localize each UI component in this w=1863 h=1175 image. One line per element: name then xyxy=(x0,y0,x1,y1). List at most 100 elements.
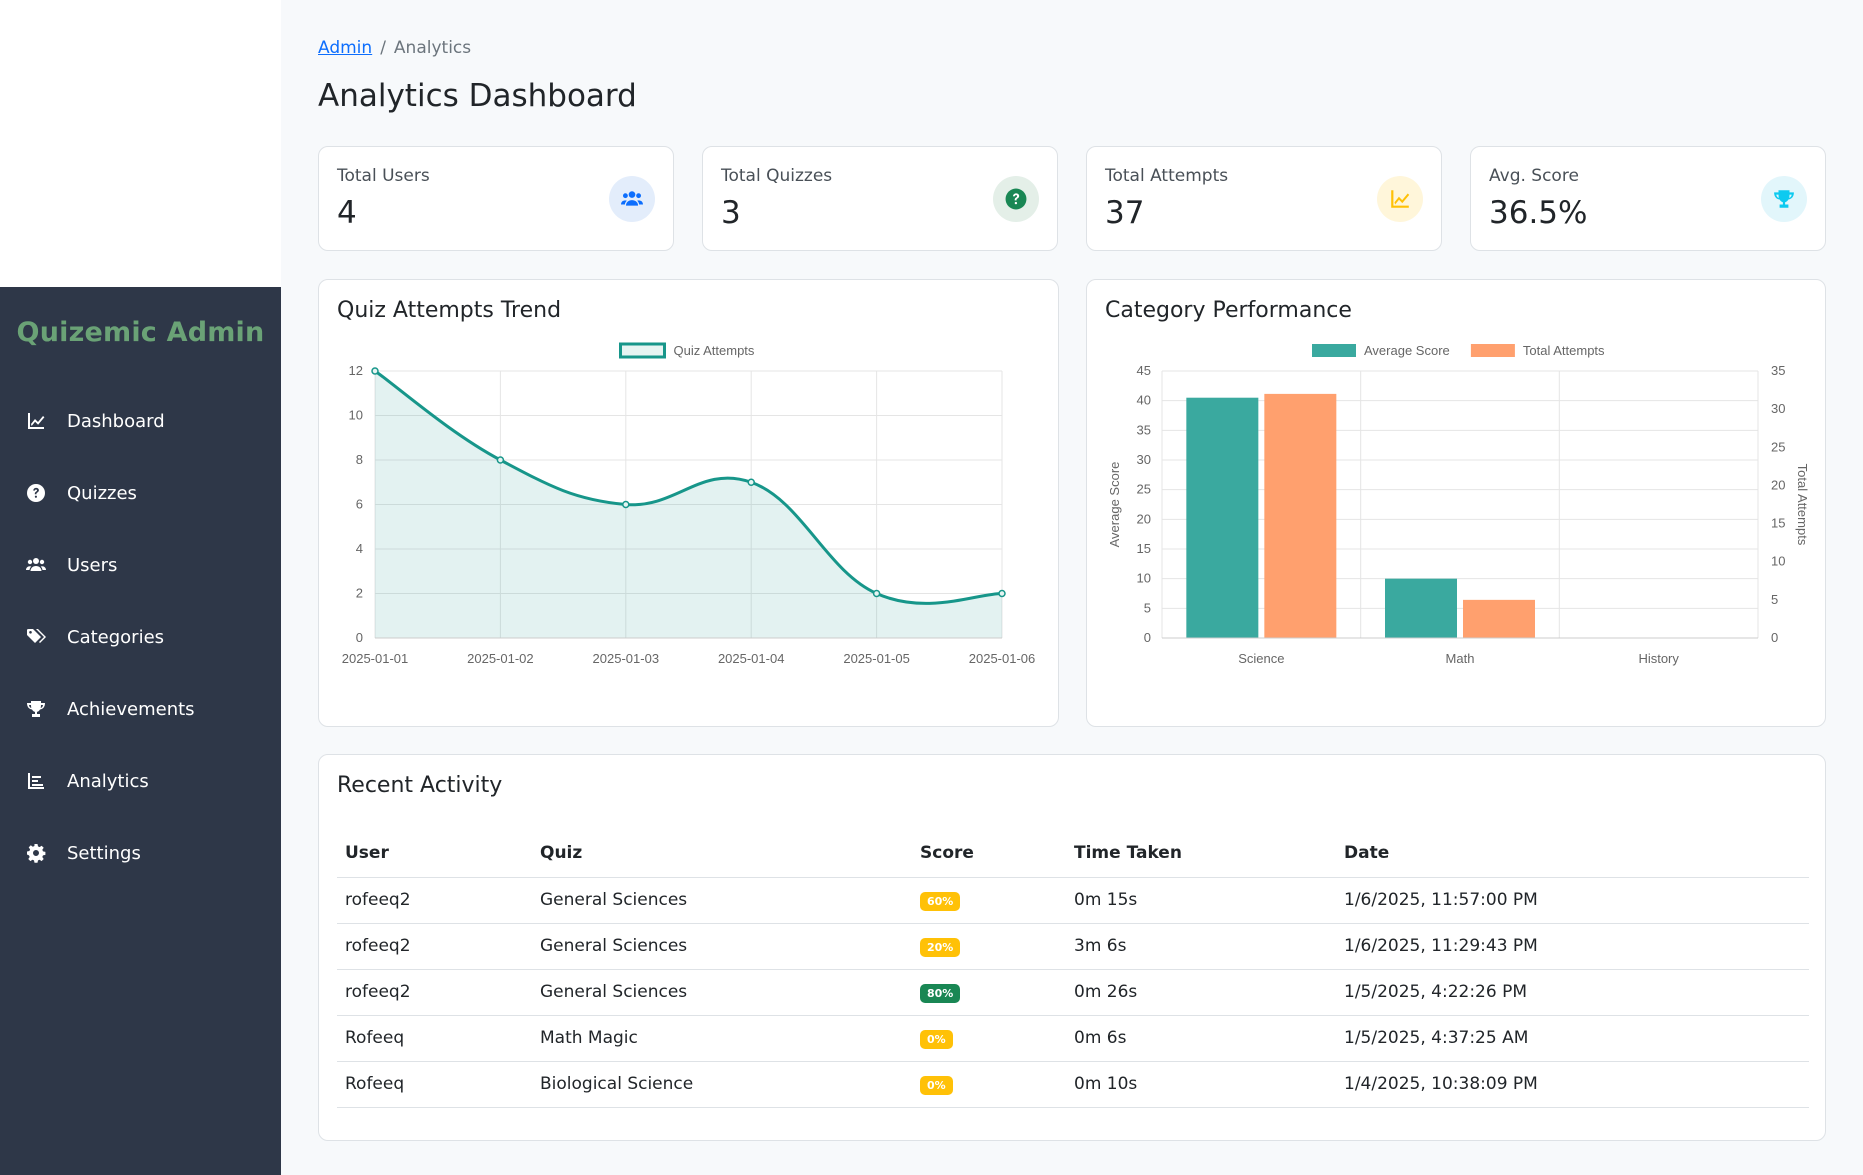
cell-score: 20% xyxy=(912,923,1066,970)
column-header-date: Date xyxy=(1336,829,1809,878)
legend-label: Average Score xyxy=(1364,343,1450,358)
table-row[interactable]: rofeeq2 General Sciences 80% 0m 26s 1/5/… xyxy=(337,969,1809,1016)
table-row[interactable]: rofeeq2 General Sciences 20% 3m 6s 1/6/2… xyxy=(337,923,1809,970)
y-tick-label: 45 xyxy=(1137,363,1151,378)
sidebar-item-achievements[interactable]: Achievements xyxy=(0,673,281,745)
y-right-tick-label: 10 xyxy=(1771,554,1785,569)
recent-activity-card: Recent Activity User Quiz Score Time Tak… xyxy=(318,754,1826,1141)
x-tick-label: 2025-01-02 xyxy=(467,651,534,666)
cell-time-taken: 3m 6s xyxy=(1066,923,1336,970)
cell-date: 1/6/2025, 11:57:00 PM xyxy=(1336,877,1809,924)
cell-time-taken: 0m 6s xyxy=(1066,1015,1336,1062)
score-badge: 80% xyxy=(920,983,961,1003)
y-tick-label: 10 xyxy=(1137,571,1151,586)
sidebar-item-users[interactable]: Users xyxy=(0,529,281,601)
column-header-user: User xyxy=(337,829,532,878)
quiz-attempts-trend-card: Quiz Attempts Trend 0 2 4 6 8 10 12 2025-01-01 2… xyxy=(318,279,1059,727)
brand-logo[interactable]: Quizemic Admin xyxy=(0,317,281,348)
legend-label: Quiz Attempts xyxy=(674,343,755,358)
breadcrumb-admin-link[interactable]: Admin xyxy=(318,38,372,58)
y-tick-label: 15 xyxy=(1137,541,1151,556)
y-tick-label: 40 xyxy=(1137,393,1151,408)
sidebar-item-quizzes[interactable]: Quizzes xyxy=(0,457,281,529)
legend-swatch xyxy=(1470,344,1515,357)
sidebar-item-label: Achievements xyxy=(67,698,195,720)
cell-score: 0% xyxy=(912,1015,1066,1062)
legend-swatch xyxy=(619,342,666,359)
cell-date: 1/5/2025, 4:22:26 PM xyxy=(1336,969,1809,1016)
sidebar-nav: Dashboard Quizzes Users Categories Achie… xyxy=(0,385,281,889)
stat-label: Total Quizzes xyxy=(721,166,833,186)
gear-icon xyxy=(27,844,46,863)
sidebar-item-analytics[interactable]: Analytics xyxy=(0,745,281,817)
table-row[interactable]: Rofeeq Math Magic 0% 0m 6s 1/5/2025, 4:3… xyxy=(337,1015,1809,1062)
recent-activity-title: Recent Activity xyxy=(337,773,503,798)
y-right-axis-title: Total Attempts xyxy=(1795,464,1810,546)
y-tick-label: 30 xyxy=(1137,452,1151,467)
column-header-time-taken: Time Taken xyxy=(1066,829,1336,878)
users-icon xyxy=(609,176,655,222)
x-tick-label: 2025-01-04 xyxy=(718,651,785,666)
cell-user: rofeeq2 xyxy=(337,923,532,970)
sidebar-item-settings[interactable]: Settings xyxy=(0,817,281,889)
cell-quiz: General Sciences xyxy=(532,969,912,1016)
y-tick-label: 5 xyxy=(1144,600,1151,615)
y-right-tick-label: 5 xyxy=(1771,592,1778,607)
cell-user: Rofeeq xyxy=(337,1015,532,1062)
y-tick-label: 0 xyxy=(356,630,363,645)
sidebar-header-blank xyxy=(0,0,281,287)
sidebar-item-categories[interactable]: Categories xyxy=(0,601,281,673)
stat-value: 3 xyxy=(721,195,741,231)
y-tick-label: 4 xyxy=(356,541,363,556)
question-circle-icon xyxy=(993,176,1039,222)
data-point xyxy=(747,478,755,486)
data-point xyxy=(622,500,630,509)
trophy-icon xyxy=(1761,176,1807,222)
cell-user: rofeeq2 xyxy=(337,969,532,1016)
stat-value: 37 xyxy=(1105,195,1145,231)
y-tick-label: 2 xyxy=(356,586,363,601)
stat-value: 4 xyxy=(337,195,357,231)
y-tick-label: 0 xyxy=(1144,630,1151,645)
y-tick-label: 20 xyxy=(1137,511,1151,526)
cell-user: Rofeeq xyxy=(337,1061,532,1108)
x-tick-label: 2025-01-05 xyxy=(843,651,910,666)
data-point xyxy=(371,367,379,375)
category-performance-card: Category Performance 0 5 10 15 20 25 30 35 40 45 0… xyxy=(1086,279,1826,727)
recent-activity-table: User Quiz Score Time Taken Date rofeeq2 … xyxy=(337,829,1809,1108)
sidebar-item-dashboard[interactable]: Dashboard xyxy=(0,385,281,457)
sidebar-item-label: Categories xyxy=(67,626,165,648)
bar-average-score xyxy=(1186,397,1259,638)
bar-total-attempts xyxy=(1463,599,1535,638)
x-tick-label: 2025-01-03 xyxy=(593,651,660,666)
cell-date: 1/6/2025, 11:29:43 PM xyxy=(1336,923,1809,970)
x-tick-label: Science xyxy=(1238,651,1284,666)
y-right-tick-label: 20 xyxy=(1771,477,1785,492)
breadcrumb-separator: / xyxy=(380,38,386,58)
cell-time-taken: 0m 15s xyxy=(1066,877,1336,924)
y-tick-label: 35 xyxy=(1137,422,1151,437)
column-header-quiz: Quiz xyxy=(532,829,912,878)
y-axis-title: Average Score xyxy=(1107,462,1122,548)
cell-time-taken: 0m 26s xyxy=(1066,969,1336,1016)
quiz-attempts-line-chart: 0 2 4 6 8 10 12 2025-01-01 2025-01-02 2025-01-03 2… xyxy=(342,342,1035,666)
score-badge: 60% xyxy=(920,891,961,911)
cell-quiz: Biological Science xyxy=(532,1061,912,1108)
y-tick-label: 6 xyxy=(356,497,363,512)
breadcrumb-current: Analytics xyxy=(393,38,472,58)
y-right-tick-label: 35 xyxy=(1771,363,1785,378)
y-tick-label: 8 xyxy=(356,452,363,467)
breadcrumb: Admin / Analytics xyxy=(318,38,471,58)
stat-card-total-users: Total Users 4 xyxy=(318,146,674,251)
cell-date: 1/5/2025, 4:37:25 AM xyxy=(1336,1015,1809,1062)
score-badge: 0% xyxy=(920,1029,953,1049)
table-row[interactable]: rofeeq2 General Sciences 60% 0m 15s 1/6/… xyxy=(337,877,1809,924)
cell-quiz: General Sciences xyxy=(532,923,912,970)
cell-score: 60% xyxy=(912,877,1066,924)
table-row[interactable]: Rofeeq Biological Science 0% 0m 10s 1/4/… xyxy=(337,1061,1809,1108)
sidebar: Quizemic Admin Dashboard Quizzes Users C… xyxy=(0,287,281,1175)
y-right-tick-label: 15 xyxy=(1771,516,1785,531)
chart-bar-icon xyxy=(28,773,44,789)
stat-card-total-attempts: Total Attempts 37 xyxy=(1086,146,1442,251)
legend-label: Total Attempts xyxy=(1523,343,1605,358)
